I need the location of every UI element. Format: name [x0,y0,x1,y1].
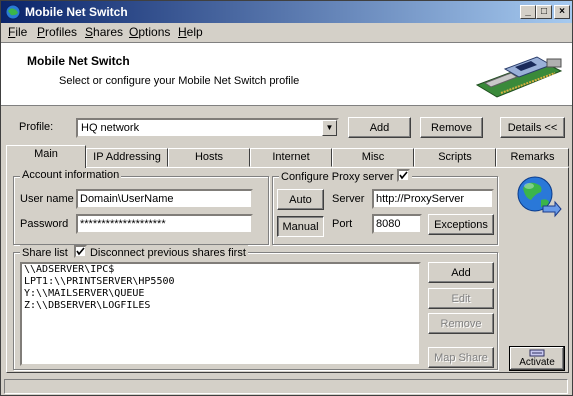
profile-select[interactable]: HQ network ▼ [76,118,339,138]
activate-label: Activate [519,357,555,368]
window-title: Mobile Net Switch [25,5,128,19]
details-button[interactable]: Details << [500,117,565,138]
list-item[interactable]: Z:\\DBSERVER\LOGFILES [22,300,419,312]
exceptions-button[interactable]: Exceptions [428,214,494,235]
proxy-enable-checkbox[interactable] [396,169,410,182]
checkmark-icon [398,171,408,180]
main-window: Mobile Net Switch _ □ × File Profiles Sh… [0,0,573,396]
proxy-manual-button[interactable]: Manual [277,216,324,237]
proxy-legend: Configure Proxy server [279,169,412,183]
server-label: Server [332,193,365,205]
account-group: Account information User name Domain\Use… [13,169,269,245]
minimize-button[interactable]: _ [520,5,536,19]
disconnect-shares-label: Disconnect previous shares first [89,247,246,259]
add-share-button[interactable]: Add [428,262,494,283]
tab-internet[interactable]: Internet [250,148,332,167]
proxy-group: Configure Proxy server Auto Manual Serve… [272,169,498,245]
menu-help[interactable]: Help [178,25,203,39]
add-profile-button[interactable]: Add [348,117,411,138]
list-item[interactable]: LPT1:\\PRINTSERVER\HP5500 [22,276,419,288]
proxy-port-field[interactable]: 8080 [372,214,422,234]
main-tab-panel: Account information User name Domain\Use… [6,167,569,373]
header-subtitle: Select or configure your Mobile Net Swit… [59,75,300,87]
tab-misc[interactable]: Misc [332,148,414,167]
username-field[interactable]: Domain\UserName [76,189,253,209]
network-card-icon [475,56,563,98]
port-label: Port [332,218,353,230]
share-list-legend: Share list Disconnect previous shares fi… [20,245,248,259]
tab-scripts[interactable]: Scripts [414,148,496,167]
account-legend: Account information [20,169,122,181]
tab-remarks[interactable]: Remarks [496,148,569,167]
menu-options[interactable]: Options [129,25,170,39]
title-bar[interactable]: Mobile Net Switch _ □ × [1,1,572,23]
header-banner: Mobile Net Switch Select or configure yo… [1,42,572,106]
password-field[interactable]: ******************** [76,214,253,234]
proxy-server-field[interactable]: http://ProxyServer [372,189,494,209]
menu-bar: File Profiles Shares Options Help [1,23,572,41]
proxy-auto-button[interactable]: Auto [277,189,324,210]
remove-share-button[interactable]: Remove [428,313,494,334]
chevron-down-icon[interactable]: ▼ [322,120,337,136]
app-icon [5,4,21,20]
username-label: User name [20,193,74,205]
proxy-legend-text: Configure Proxy server [281,171,394,183]
header-title: Mobile Net Switch [27,54,130,68]
menu-profiles[interactable]: Profiles [37,25,77,39]
disconnect-shares-checkbox[interactable] [73,245,87,258]
share-listbox[interactable]: \\ADSERVER\IPC$ LPT1:\\PRINTSERVER\HP550… [20,262,421,366]
checkmark-icon [76,247,85,256]
activate-button[interactable]: Activate [509,346,565,371]
menu-file[interactable]: File [8,25,27,39]
map-share-button[interactable]: Map Share [428,347,494,368]
tab-ip-addressing[interactable]: IP Addressing [86,148,168,167]
globe-icon [517,176,562,218]
tab-main[interactable]: Main [6,145,86,168]
password-label: Password [20,218,69,230]
status-pane [4,379,568,394]
status-bar [1,377,572,395]
share-list-group: Share list Disconnect previous shares fi… [13,245,498,370]
profile-label: Profile: [19,121,54,133]
remove-profile-button[interactable]: Remove [420,117,483,138]
profile-select-value: HQ network [81,122,140,134]
close-button[interactable]: × [554,5,570,19]
list-item[interactable]: Y:\\MAILSERVER\QUEUE [22,288,419,300]
edit-share-button[interactable]: Edit [428,288,494,309]
menu-shares[interactable]: Shares [85,25,123,39]
list-item[interactable]: \\ADSERVER\IPC$ [22,264,419,276]
tab-hosts[interactable]: Hosts [168,148,250,167]
maximize-button[interactable]: □ [536,5,552,19]
share-list-legend-text: Share list [22,247,68,259]
